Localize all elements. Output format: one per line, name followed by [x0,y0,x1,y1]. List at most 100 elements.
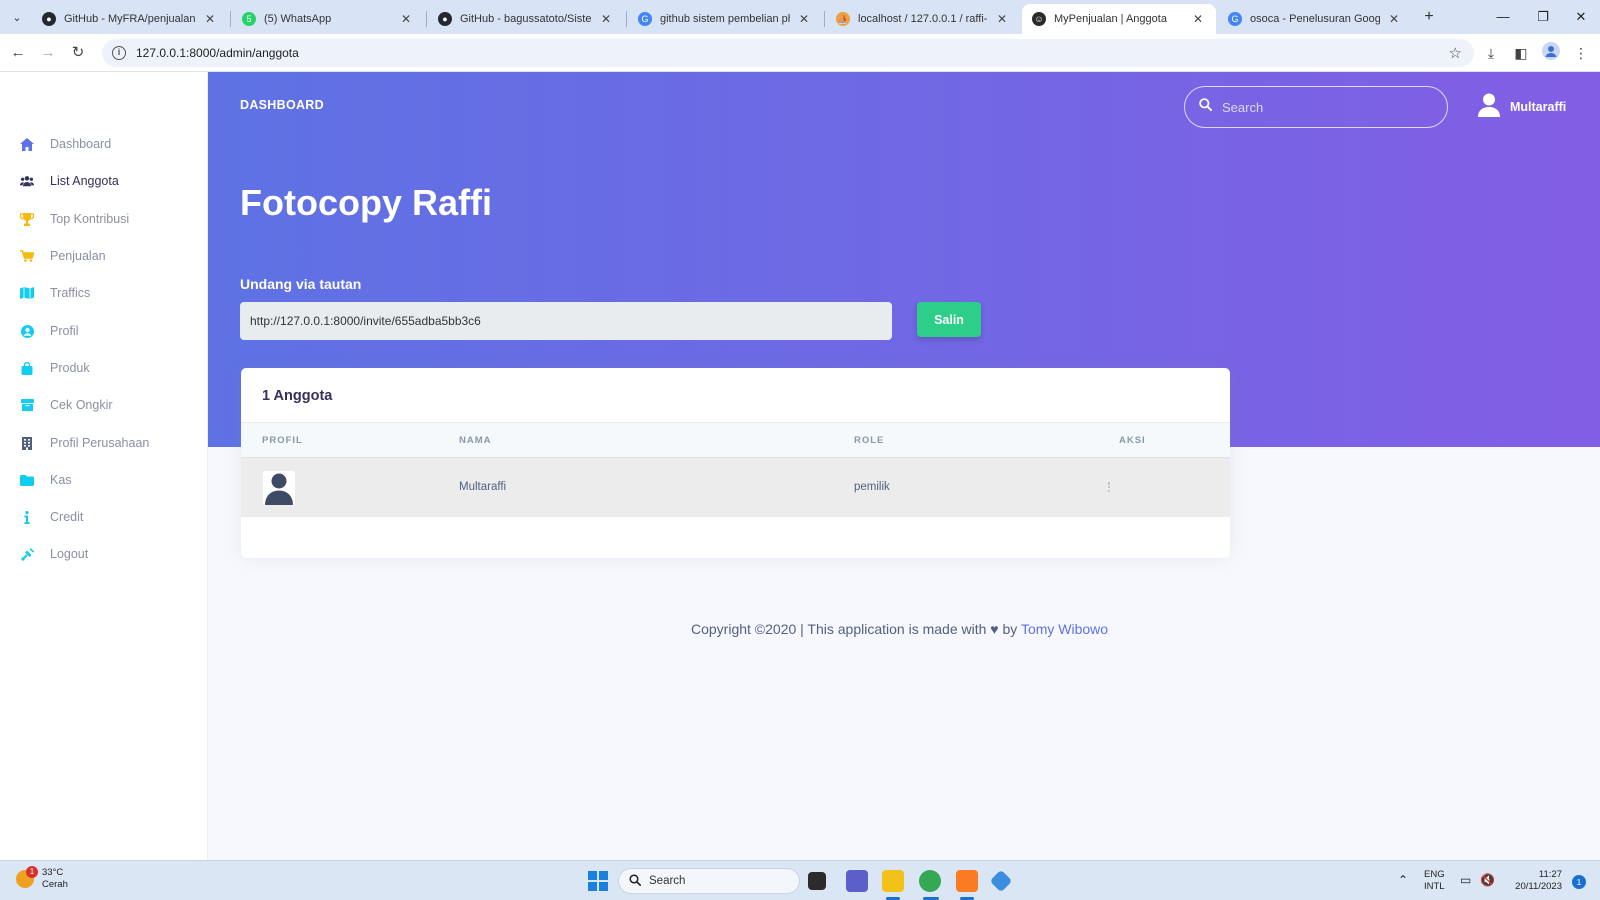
teams-icon[interactable] [846,870,868,892]
sidebar-item-label: Traffics [50,286,91,300]
user-menu[interactable]: Multaraffi [1478,92,1566,122]
tab-title: MyPenjualan | Anggota [1054,13,1167,25]
search-input[interactable] [1222,99,1422,115]
github-icon: ● [438,12,452,26]
author-link[interactable]: Tomy Wibowo [1021,621,1108,637]
chrome-icon[interactable] [919,870,941,892]
sidebar-item-dashboard[interactable]: Dashboard [0,127,208,161]
sidebar-item-profil-perusahaan[interactable]: Profil Perusahaan [0,426,208,460]
close-tab-icon[interactable]: ✕ [1386,12,1402,26]
close-tab-icon[interactable]: ✕ [1190,12,1206,26]
sidebar-item-credit[interactable]: Credit [0,500,208,534]
invite-label: Undang via tautan [240,276,362,292]
sidebar-item-label: Cek Ongkir [50,398,113,412]
browser-tab[interactable]: 5 (5) WhatsApp ✕ [232,4,424,34]
members-count-title: 1 Anggota [262,388,333,404]
new-tab-icon[interactable]: + [1418,6,1440,28]
column-header-role: ROLE [854,435,885,446]
sidebar-item-logout[interactable]: Logout [0,537,208,571]
info-icon [20,510,34,524]
site-info-icon[interactable]: i [112,46,126,60]
sidebar-item-label: Profil Perusahaan [50,436,150,450]
box-icon [20,398,34,412]
browser-tab[interactable]: G github sistem pembelian phpm ✕ [628,4,822,34]
close-tab-icon[interactable]: ✕ [398,12,414,26]
invite-link-input[interactable] [240,302,892,340]
google-icon: G [638,12,652,26]
sidebar-item-produk[interactable]: Produk [0,351,208,385]
browser-tab[interactable]: G osoca - Penelusuran Google ✕ [1218,4,1412,34]
close-tab-icon[interactable]: ✕ [994,12,1010,26]
table-row: Multaraffi pemilik [241,457,1230,517]
minimize-icon[interactable]: — [1484,0,1522,34]
clock[interactable]: 11:27 20/11/2023 [1506,869,1562,893]
sidebar-item-profil[interactable]: Profil [0,314,208,348]
member-name: Multaraffi [459,481,507,493]
windows-start-icon[interactable] [588,871,608,891]
weather-widget[interactable]: 1 33°C Cerah [16,866,68,891]
xampp-icon[interactable] [956,870,978,892]
user-name: Multaraffi [1510,100,1567,114]
tab-separator [426,11,427,27]
close-tab-icon[interactable]: ✕ [796,12,812,26]
profile-icon[interactable] [1540,42,1562,64]
trophy-icon [20,212,34,226]
sidebar-item-top-kontribusi[interactable]: Top Kontribusi [0,202,208,236]
speaker-muted-icon[interactable]: 🔇 [1480,873,1495,887]
tab-separator [230,11,231,27]
browser-tab[interactable]: ⛵ localhost / 127.0.0.1 / raffi-pen ✕ [826,4,1020,34]
footer: Copyright ©2020 | This application is ma… [691,621,1108,637]
sidebar-item-traffics[interactable]: Traffics [0,276,208,310]
temperature: 33°C [42,867,64,878]
member-avatar-icon [263,471,295,505]
home-icon [20,137,34,151]
notification-badge[interactable]: 1 [1572,875,1586,889]
address-bar[interactable]: i 127.0.0.1:8000/admin/anggota ☆ [102,39,1474,67]
taskbar-search[interactable]: Search [618,868,800,894]
column-header-profil: PROFIL [262,435,303,446]
network-icon[interactable]: ▭ [1460,873,1471,887]
sidebar-item-penjualan[interactable]: Penjualan [0,239,208,273]
search-box[interactable] [1184,86,1448,128]
back-icon[interactable]: ← [6,41,30,65]
browser-tab-active[interactable]: ☺ MyPenjualan | Anggota ✕ [1022,4,1216,34]
language-bottom: INTL [1424,881,1445,892]
tab-search-icon[interactable]: ⌄ [6,6,28,28]
members-card: 1 Anggota PROFIL NAMA ROLE AKSI Multaraf… [241,368,1230,558]
browser-toolbar: ← → ↻ i 127.0.0.1:8000/admin/anggota ☆ ⤓… [0,34,1600,72]
column-header-aksi: AKSI [1119,435,1146,446]
more-actions-icon[interactable] [1103,480,1115,494]
whatsapp-icon: 5 [242,12,256,26]
browser-tab[interactable]: ● GitHub - bagussatoto/Sistem-P ✕ [428,4,624,34]
forward-icon[interactable]: → [36,41,60,65]
building-icon [20,436,34,450]
copy-button[interactable]: Salin [917,302,981,337]
side-panel-icon[interactable]: ◧ [1510,42,1532,64]
header-label[interactable]: DASHBOARD [240,98,324,112]
sidebar-item-label: Logout [50,547,89,561]
language-indicator[interactable]: ENG INTL [1424,869,1445,893]
sidebar-item-kas[interactable]: Kas [0,463,208,497]
member-role: pemilik [854,481,890,493]
tab-title: osoca - Penelusuran Google [1250,13,1380,25]
tab-title: github sistem pembelian phpm [660,13,790,25]
sidebar-item-label: Penjualan [50,249,106,263]
reload-icon[interactable]: ↻ [66,41,90,65]
sidebar-item-list-anggota[interactable]: List Anggota [0,164,208,198]
sidebar-item-label: Kas [50,473,72,487]
file-explorer-icon[interactable] [882,870,904,892]
task-view-icon[interactable] [808,872,826,890]
bookmark-star-icon[interactable]: ☆ [1449,44,1462,62]
chevron-up-icon[interactable]: ⌃ [1398,873,1408,887]
close-tab-icon[interactable]: ✕ [598,12,614,26]
download-icon[interactable]: ⤓ [1480,42,1502,64]
app-diamond-icon[interactable] [989,869,1013,893]
clock-date: 20/11/2023 [1515,881,1562,892]
github-icon: ● [42,12,56,26]
restore-icon[interactable]: ❐ [1524,0,1562,34]
close-tab-icon[interactable]: ✕ [202,12,218,26]
sidebar-item-cek-ongkir[interactable]: Cek Ongkir [0,388,208,422]
window-close-icon[interactable]: ✕ [1562,0,1600,34]
browser-menu-icon[interactable]: ⋮ [1570,42,1592,64]
browser-tab[interactable]: ● GitHub - MyFRA/penjualan-lara ✕ [32,4,228,34]
